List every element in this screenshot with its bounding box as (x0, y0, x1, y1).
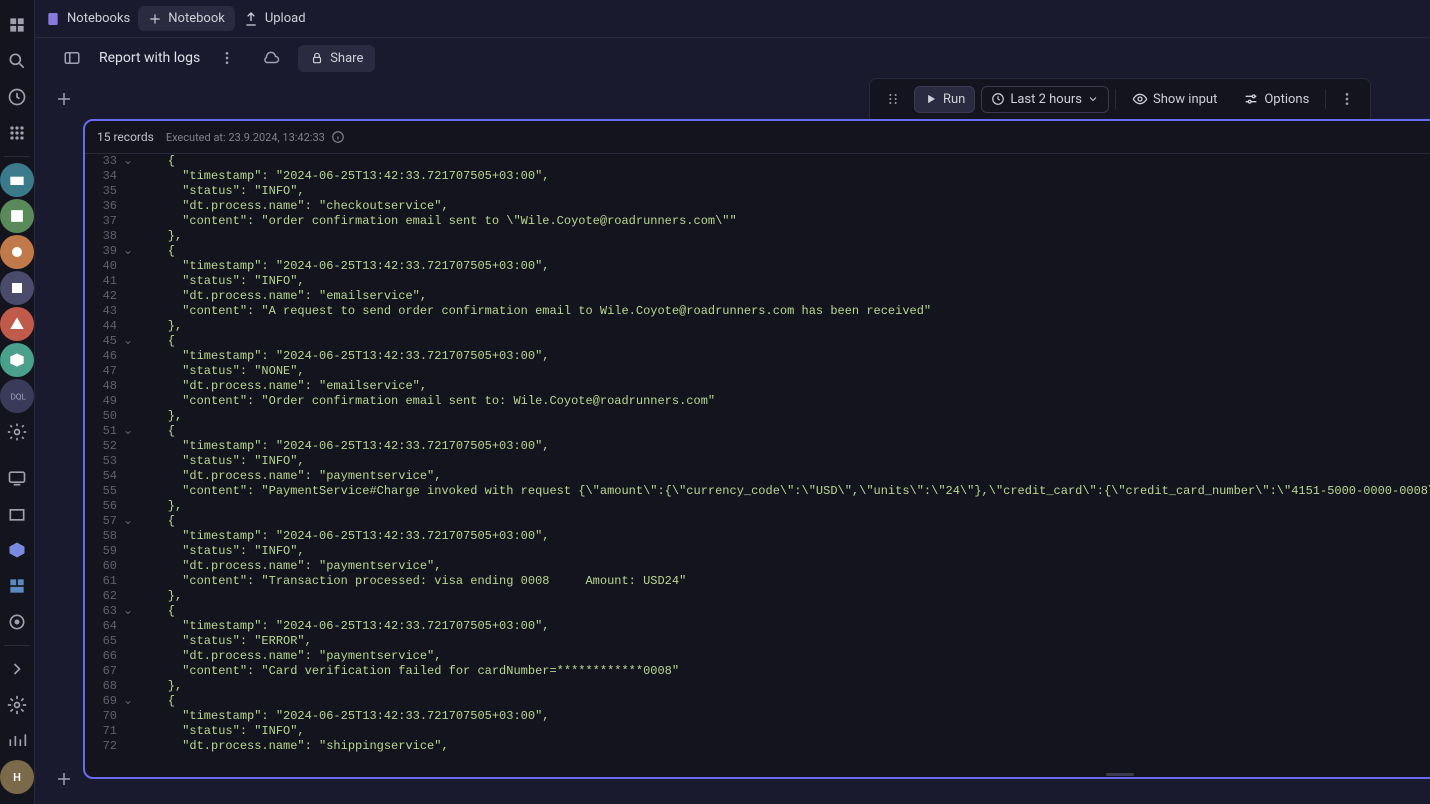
dashboard-icon[interactable] (0, 569, 34, 603)
box-icon[interactable] (0, 497, 34, 531)
clock-icon (991, 92, 1005, 106)
cube-icon[interactable] (0, 533, 34, 567)
service-1-icon[interactable] (0, 163, 34, 197)
more-vertical-icon[interactable] (210, 41, 244, 75)
service-6-icon[interactable] (0, 343, 34, 377)
topbar: Notebooks Notebook Upload ? (35, 0, 1430, 38)
apps-icon[interactable] (0, 116, 34, 150)
code-output[interactable]: 33⌄ {34 "timestamp": "2024-06-25T13:42:3… (85, 154, 1430, 771)
expand-icon[interactable] (0, 652, 34, 686)
new-notebook-button[interactable]: Notebook (138, 6, 235, 31)
monitor-icon[interactable] (0, 461, 34, 495)
show-input-button[interactable]: Show input (1122, 85, 1227, 113)
activity-icon[interactable] (0, 80, 34, 114)
sliders-icon (1243, 91, 1259, 107)
upload-button[interactable]: Upload (243, 11, 306, 27)
panel-toggle-icon[interactable] (55, 41, 89, 75)
service-4-icon[interactable] (0, 271, 34, 305)
service-2-icon[interactable] (0, 199, 34, 233)
eye-icon (1132, 91, 1148, 107)
drag-handle-icon[interactable] (878, 84, 908, 114)
chevron-down-icon (1087, 93, 1099, 105)
left-nav: DQL H (0, 0, 35, 804)
records-count: 15 records (97, 130, 154, 144)
add-cell-button[interactable] (49, 84, 79, 114)
resize-handle[interactable] (85, 771, 1430, 777)
cell-toolbar: Run Last 2 hours Show (869, 78, 1371, 119)
add-cell-bottom-button[interactable] (49, 764, 79, 794)
lock-icon (310, 51, 324, 65)
executed-at: Executed at: 23.9.2024, 13:42:33 (166, 130, 345, 144)
output-cell: 15 records Executed at: 23.9.2024, 13:42… (83, 119, 1430, 779)
service-7-icon[interactable]: DQL (0, 379, 34, 413)
cell-more-icon[interactable] (1332, 84, 1362, 114)
gear-icon[interactable] (0, 688, 34, 722)
service-5-icon[interactable] (0, 307, 34, 341)
play-icon (924, 92, 938, 106)
settings-icon[interactable] (0, 415, 34, 449)
home-icon[interactable] (0, 8, 34, 42)
run-button[interactable]: Run (914, 86, 975, 113)
svg-text:DQL: DQL (10, 392, 26, 402)
share-button[interactable]: Share (298, 45, 375, 72)
secondbar: Report with logs Share History Rerun (45, 38, 1430, 78)
time-range-button[interactable]: Last 2 hours (981, 86, 1109, 113)
cloud-icon[interactable] (254, 41, 288, 75)
target-icon[interactable] (0, 605, 34, 639)
service-3-icon[interactable] (0, 235, 34, 269)
search-icon[interactable] (0, 44, 34, 78)
chart-icon[interactable] (0, 724, 34, 758)
notebooks-link[interactable]: Notebooks (45, 11, 130, 27)
options-button[interactable]: Options (1233, 85, 1319, 113)
report-title[interactable]: Report with logs (99, 50, 200, 66)
avatar[interactable]: H (0, 760, 34, 794)
info-icon[interactable] (331, 130, 345, 144)
